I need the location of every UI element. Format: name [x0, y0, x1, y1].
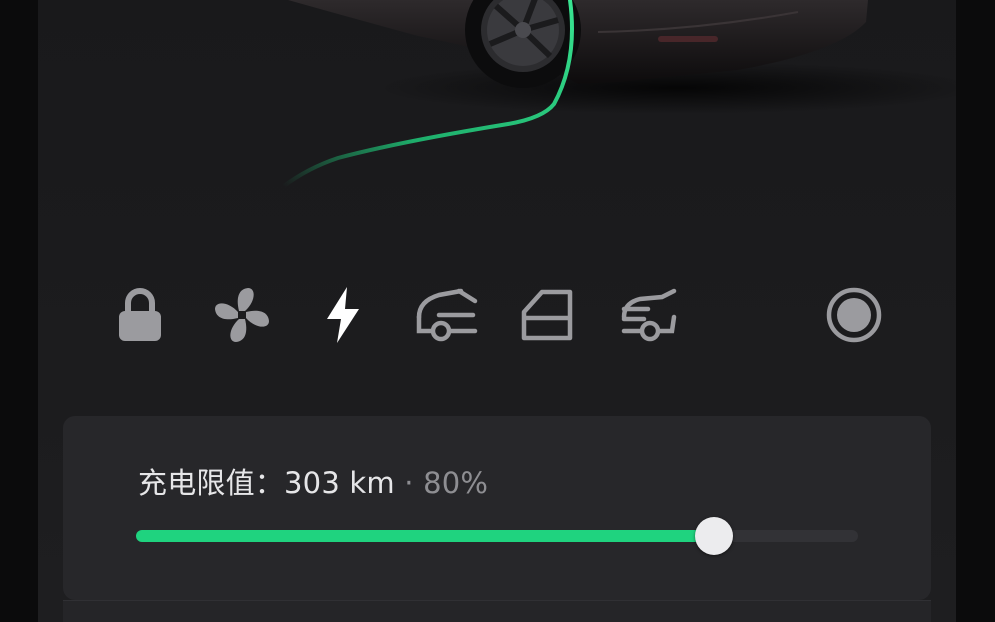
- window-icon: [521, 289, 573, 341]
- record-icon: [826, 287, 882, 343]
- frunk-button[interactable]: [411, 280, 481, 350]
- climate-button[interactable]: [207, 280, 277, 350]
- windows-button[interactable]: [513, 280, 583, 350]
- record-button[interactable]: [819, 280, 889, 350]
- trunk-icon: [621, 288, 677, 342]
- fan-icon: [215, 288, 269, 342]
- frunk-icon: [416, 288, 478, 342]
- charge-limit-text: 充电限值：303 km · 80%: [138, 460, 488, 502]
- charge-bolt-icon: [327, 287, 359, 343]
- trunk-button[interactable]: [614, 280, 684, 350]
- quick-controls-bar: [38, 280, 956, 350]
- slider-fill: [136, 530, 714, 542]
- car-hero-image: [282, 0, 956, 188]
- charge-limit-panel: 充电限值：303 km · 80%: [63, 416, 931, 600]
- app-screen: 充电限值：303 km · 80%: [38, 0, 956, 622]
- charge-limit-percent: 80%: [423, 466, 489, 500]
- lock-icon: [119, 288, 161, 341]
- charge-limit-range: 303 km: [284, 466, 395, 500]
- lock-button[interactable]: [105, 280, 175, 350]
- charge-limit-slider[interactable]: [136, 517, 858, 555]
- separator-dot: ·: [394, 466, 424, 500]
- slider-thumb[interactable]: [694, 517, 733, 555]
- charge-limit-label: 充电限值：: [138, 466, 285, 500]
- next-panel-edge: [63, 600, 931, 622]
- charging-button[interactable]: [308, 280, 378, 350]
